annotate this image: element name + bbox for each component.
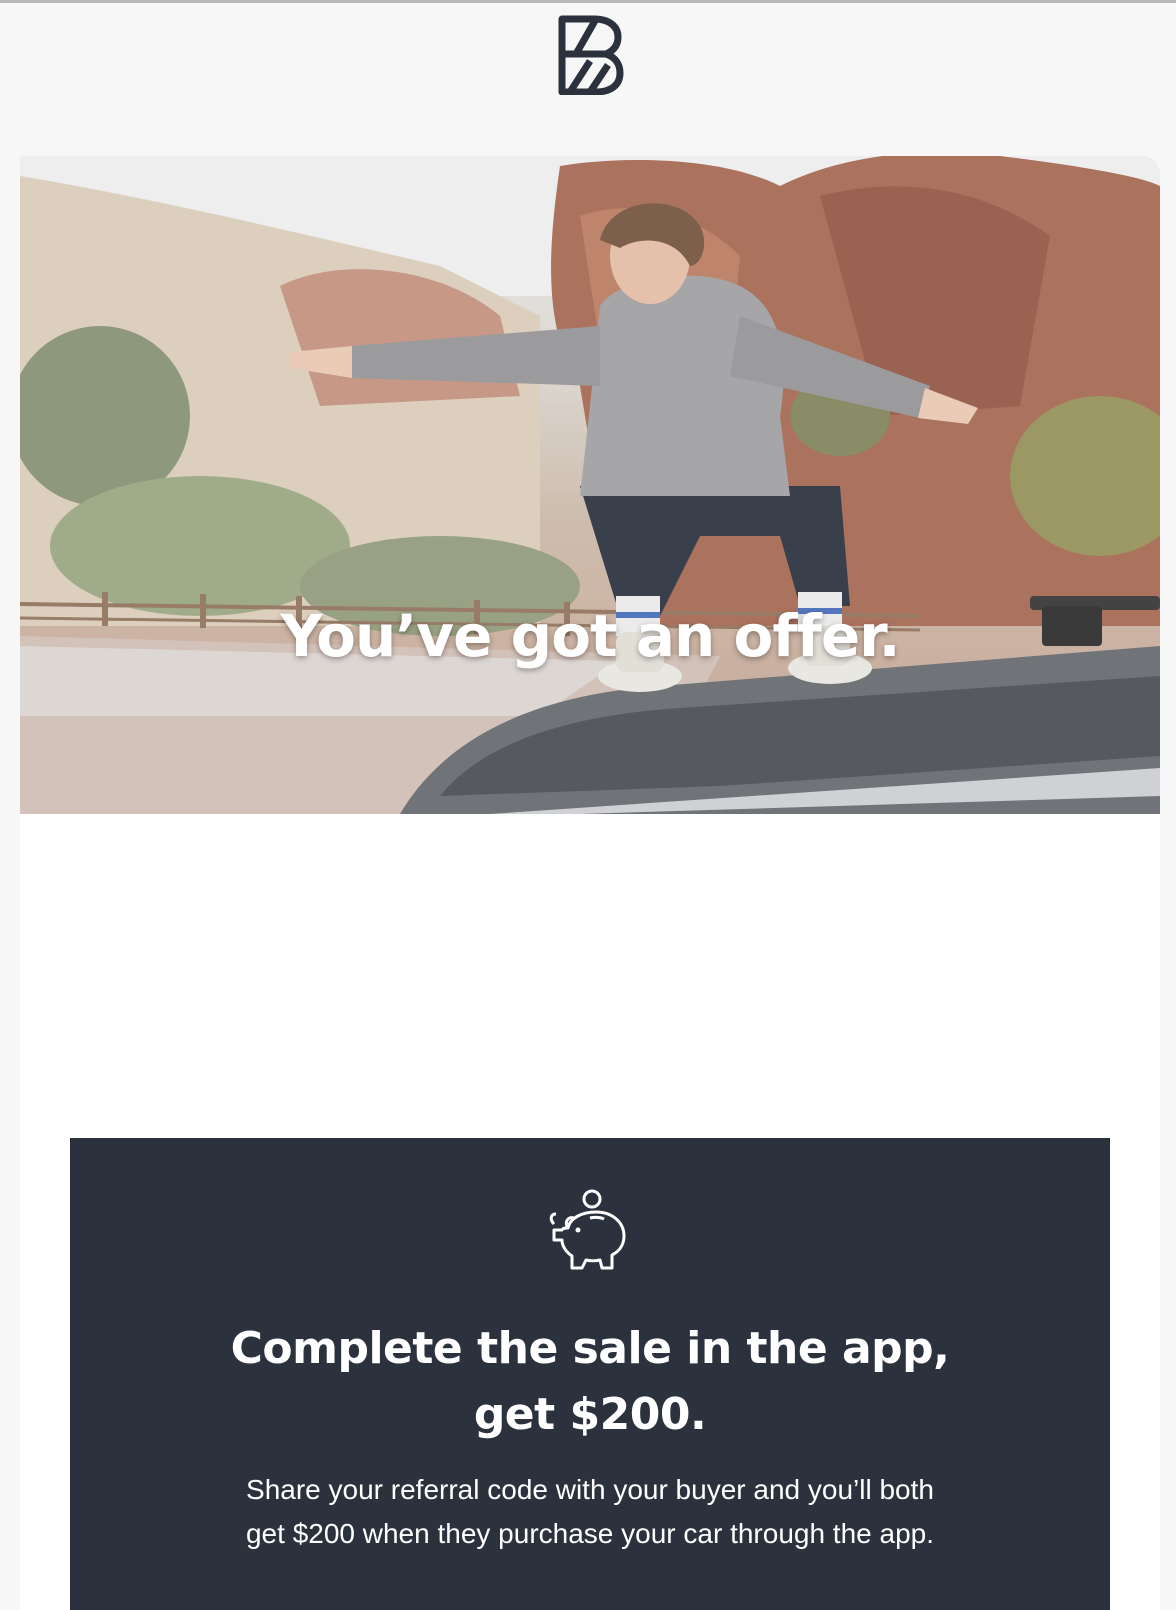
brand-logo[interactable] — [556, 15, 624, 96]
promo-heading: Complete the sale in the app, get $200. — [70, 1316, 1110, 1448]
promo-description: Share your referral code with your buyer… — [70, 1468, 1110, 1556]
brand-b-logo-icon — [558, 15, 624, 96]
window-top-border — [0, 0, 1176, 3]
promo-description-line2: get $200 when they purchase your car thr… — [245, 1518, 935, 1549]
referral-promo-card: Complete the sale in the app, get $200. … — [70, 1138, 1110, 1610]
promo-heading-line1: Complete the sale in the app, — [230, 1323, 950, 1374]
hero-photo — [20, 156, 1160, 814]
promo-heading-line2: get $200. — [473, 1389, 707, 1440]
hero-title: You’ve got an offer. — [280, 602, 900, 670]
hero-banner: You’ve got an offer. — [20, 156, 1160, 814]
promo-description-line1: Share your referral code with your buyer… — [246, 1474, 934, 1505]
piggy-bank-icon — [548, 1188, 632, 1274]
